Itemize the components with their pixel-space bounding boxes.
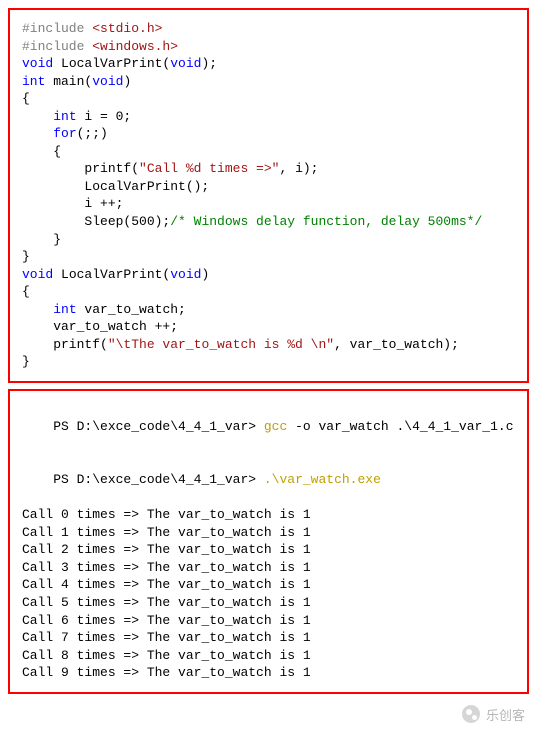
code-token-plain: , i);: [279, 161, 318, 176]
code-line: int i = 0;: [22, 108, 515, 126]
code-token-keyword: void: [22, 56, 53, 71]
code-line: int main(void): [22, 73, 515, 91]
code-token-plain: LocalVarPrint(: [53, 267, 170, 282]
code-token-header: <stdio.h>: [92, 21, 162, 36]
terminal-output-line: Call 8 times => The var_to_watch is 1: [22, 647, 515, 665]
code-line: {: [22, 283, 515, 301]
code-token-plain: LocalVarPrint();: [22, 179, 209, 194]
watermark-text: 乐创客: [486, 705, 525, 724]
code-token-keyword: void: [22, 267, 53, 282]
terminal-output: Call 0 times => The var_to_watch is 1Cal…: [22, 506, 515, 681]
code-token-plain: [22, 109, 53, 124]
code-token-string: "Call %d times =>": [139, 161, 279, 176]
code-token-plain: }: [22, 232, 61, 247]
code-line: }: [22, 231, 515, 249]
terminal-panel: PS D:\exce_code\4_4_1_var> gcc -o var_wa…: [8, 389, 529, 694]
code-line: printf("\tThe var_to_watch is %d \n", va…: [22, 336, 515, 354]
code-line: Sleep(500);/* Windows delay function, de…: [22, 213, 515, 231]
code-line: {: [22, 143, 515, 161]
code-token-plain: printf(: [22, 337, 108, 352]
code-token-plain: {: [22, 284, 30, 299]
terminal-command: .\var_watch.exe: [264, 472, 381, 487]
code-line: printf("Call %d times =>", i);: [22, 160, 515, 178]
code-token-keyword: int: [22, 74, 45, 89]
code-token-plain: {: [22, 144, 61, 159]
terminal-prompt: PS D:\exce_code\4_4_1_var>: [53, 472, 264, 487]
terminal-output-line: Call 7 times => The var_to_watch is 1: [22, 629, 515, 647]
code-token-plain: LocalVarPrint(: [53, 56, 170, 71]
terminal-output-line: Call 6 times => The var_to_watch is 1: [22, 612, 515, 630]
code-token-plain: main(: [45, 74, 92, 89]
terminal-output-line: Call 1 times => The var_to_watch is 1: [22, 524, 515, 542]
terminal-line: PS D:\exce_code\4_4_1_var> .\var_watch.e…: [22, 454, 515, 507]
code-line: for(;;): [22, 125, 515, 143]
code-line: #include <stdio.h>: [22, 20, 515, 38]
terminal-output-line: Call 5 times => The var_to_watch is 1: [22, 594, 515, 612]
code-token-plain: printf(: [22, 161, 139, 176]
code-line: int var_to_watch;: [22, 301, 515, 319]
code-token-string: "\tThe var_to_watch is %d \n": [108, 337, 334, 352]
code-token-keyword: int: [53, 302, 76, 317]
code-token-keyword: void: [92, 74, 123, 89]
code-token-keyword: int: [53, 109, 76, 124]
code-token-header: <windows.h>: [92, 39, 178, 54]
code-line: }: [22, 248, 515, 266]
code-token-keyword: void: [170, 267, 201, 282]
code-token-plain: }: [22, 354, 30, 369]
code-token-comment: /* Windows delay function, delay 500ms*/: [170, 214, 482, 229]
terminal-output-line: Call 4 times => The var_to_watch is 1: [22, 576, 515, 594]
code-token-plain: [22, 126, 53, 141]
code-block: #include <stdio.h>#include <windows.h>vo…: [22, 20, 515, 371]
code-token-plain: Sleep(500);: [22, 214, 170, 229]
terminal-output-line: Call 9 times => The var_to_watch is 1: [22, 664, 515, 682]
terminal-args: -o var_watch .\4_4_1_var_1.c: [287, 419, 513, 434]
code-line: var_to_watch ++;: [22, 318, 515, 336]
code-token-plain: {: [22, 91, 30, 106]
code-token-plain: , var_to_watch);: [334, 337, 459, 352]
terminal-output-line: Call 2 times => The var_to_watch is 1: [22, 541, 515, 559]
code-token-plain: var_to_watch ++;: [22, 319, 178, 334]
code-token-plain: [22, 302, 53, 317]
code-line: {: [22, 90, 515, 108]
wechat-icon: [462, 705, 480, 723]
code-line: #include <windows.h>: [22, 38, 515, 56]
terminal-command: gcc: [264, 419, 287, 434]
code-token-plain: ): [123, 74, 131, 89]
code-token-include: #include: [22, 39, 92, 54]
terminal-output-line: Call 0 times => The var_to_watch is 1: [22, 506, 515, 524]
code-token-plain: );: [201, 56, 217, 71]
code-token-include: #include: [22, 21, 92, 36]
code-token-plain: i ++;: [22, 196, 123, 211]
code-token-keyword: for: [53, 126, 76, 141]
code-line: void LocalVarPrint(void);: [22, 55, 515, 73]
code-token-plain: ): [201, 267, 209, 282]
code-line: LocalVarPrint();: [22, 178, 515, 196]
code-token-keyword: void: [170, 56, 201, 71]
code-token-plain: i = 0;: [77, 109, 132, 124]
code-panel: #include <stdio.h>#include <windows.h>vo…: [8, 8, 529, 383]
terminal-prompt: PS D:\exce_code\4_4_1_var>: [53, 419, 264, 434]
code-line: }: [22, 353, 515, 371]
terminal-line: PS D:\exce_code\4_4_1_var> gcc -o var_wa…: [22, 401, 515, 454]
code-token-plain: }: [22, 249, 30, 264]
code-line: void LocalVarPrint(void): [22, 266, 515, 284]
code-line: i ++;: [22, 195, 515, 213]
terminal-output-line: Call 3 times => The var_to_watch is 1: [22, 559, 515, 577]
code-token-plain: var_to_watch;: [77, 302, 186, 317]
code-token-plain: (;;): [77, 126, 108, 141]
watermark-area: 乐创客: [8, 700, 529, 724]
